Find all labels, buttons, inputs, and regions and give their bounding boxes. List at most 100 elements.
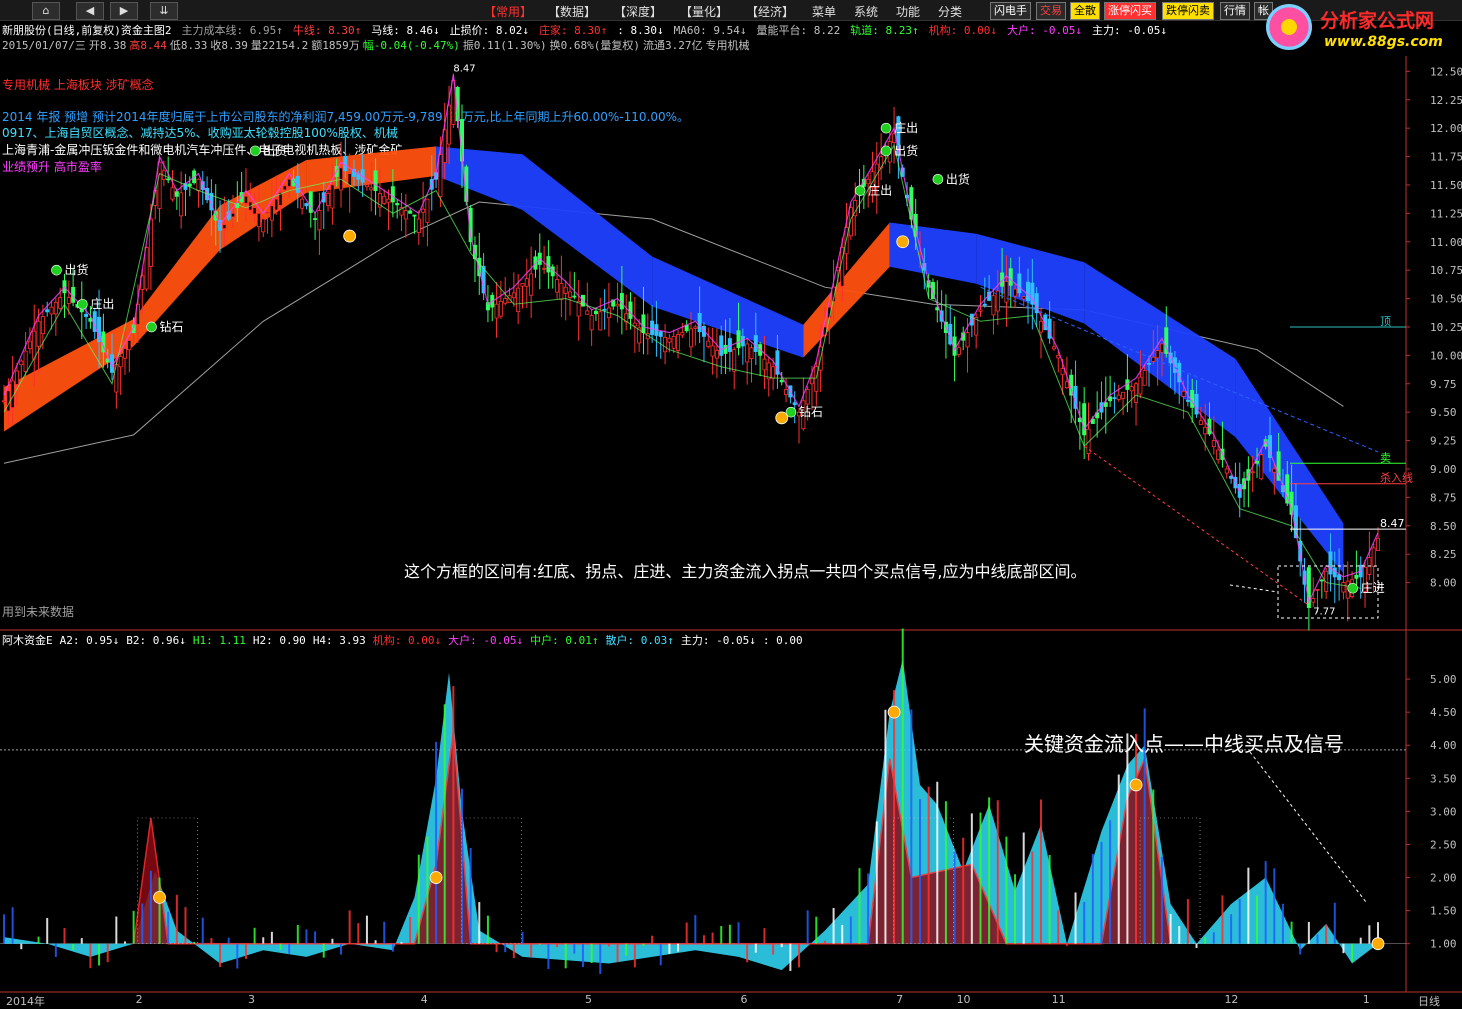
candle-body <box>658 331 663 337</box>
kline-chart[interactable]: 8.00 8.25 8.50 8.75 9.00 9.25 9.50 9.75 10.00 10.… <box>0 0 1462 1008</box>
candle-body <box>1008 268 1013 286</box>
main-y-tick-label: 10.25 <box>1430 321 1462 334</box>
candle-body <box>179 192 184 217</box>
signal-dot-icon <box>51 264 62 276</box>
candle-body <box>1259 454 1264 480</box>
candle-body <box>809 377 814 385</box>
candle-body <box>364 184 369 188</box>
signal-dot-icon <box>854 185 866 196</box>
candle-body <box>676 334 681 351</box>
main-y-tick-label: 8.75 <box>1430 491 1457 504</box>
buy-coin-icon <box>429 871 443 884</box>
candle-body <box>978 309 983 312</box>
candle-body <box>1021 296 1026 300</box>
signal-label: 庄出 <box>868 183 892 198</box>
candle-body <box>1181 390 1186 397</box>
candle-body <box>710 345 715 357</box>
candle-body <box>395 203 400 206</box>
candle-body <box>598 311 603 331</box>
sub-y-tick-label: 2.00 <box>1430 872 1457 885</box>
candle-body <box>1051 346 1056 350</box>
sub-y-tick-label: 5.00 <box>1430 673 1457 686</box>
candle-body <box>572 295 577 298</box>
candle-body <box>1211 440 1216 448</box>
retail-fund-area <box>4 659 1378 971</box>
candle-body <box>693 326 698 329</box>
time-axis-label: 6 <box>740 993 748 1006</box>
main-y-tick-label: 10.50 <box>1430 293 1462 306</box>
candle-body <box>390 186 395 203</box>
key-level-label: 顶 <box>1380 315 1391 328</box>
key-level-label: 8.47 <box>1380 517 1405 530</box>
sub-y-tick-label: 1.50 <box>1430 905 1457 918</box>
candle-body <box>805 389 810 405</box>
candle-body <box>848 207 853 237</box>
candle-body <box>1250 471 1255 474</box>
buy-coin-icon <box>1371 937 1385 951</box>
time-axis-label: 5 <box>584 993 592 1006</box>
main-y-tick-label: 8.00 <box>1430 577 1457 590</box>
buy-coin-icon <box>887 705 901 719</box>
candle-body <box>256 212 261 228</box>
main-y-tick-label: 11.25 <box>1430 207 1462 220</box>
candle-body <box>6 390 11 412</box>
candle-body <box>27 340 32 350</box>
signal-dot-icon <box>146 321 157 333</box>
signal-dot-icon <box>1347 582 1359 594</box>
candle-body <box>148 218 153 267</box>
candle-body <box>1112 397 1117 399</box>
candle-body <box>174 191 179 197</box>
candle-body <box>697 313 702 333</box>
candle-body <box>559 283 564 300</box>
candle-body <box>330 184 335 209</box>
subhdr-field-4: H2: 0.90 <box>252 634 306 647</box>
candle-body <box>714 350 719 359</box>
main-y-tick-label: 9.50 <box>1430 406 1457 419</box>
candle-body <box>602 308 607 311</box>
candle-body <box>520 283 525 287</box>
candle-body <box>589 315 594 331</box>
sub-y-tick-label: 3.50 <box>1430 772 1457 785</box>
buy-coin-icon <box>775 411 789 425</box>
candle-body <box>615 303 620 307</box>
main-y-tick-label: 9.00 <box>1430 463 1457 476</box>
subhdr-field-7: 大户: -0.05↓ <box>448 634 524 647</box>
future-data-note: 用到未来数据 <box>2 605 75 619</box>
candle-body <box>196 178 201 191</box>
candle-body <box>261 218 266 233</box>
sub-y-tick-label: 4.50 <box>1430 706 1457 719</box>
candle-body <box>1311 598 1316 603</box>
candle-body <box>1121 391 1126 399</box>
key-level-label: 杀入线 <box>1380 471 1413 485</box>
period-label[interactable]: 日线 <box>1418 993 1440 1009</box>
candle-body <box>956 347 961 355</box>
signal-dot-icon <box>932 173 944 185</box>
buy-coin-icon <box>1129 778 1143 792</box>
candle-body <box>555 279 560 293</box>
sub-y-tick-label: 4.00 <box>1430 739 1457 752</box>
candle-body <box>66 297 71 304</box>
candle-body <box>421 208 426 213</box>
candle-body <box>1376 537 1381 551</box>
signal-dot-icon <box>249 145 261 157</box>
candle-body <box>40 316 45 335</box>
candle-body <box>1116 394 1121 400</box>
main-y-tick-label: 9.75 <box>1430 378 1457 391</box>
signal-label: 出货 <box>64 262 88 277</box>
candle-body <box>269 205 274 221</box>
candle-body <box>274 198 279 211</box>
candle-body <box>1064 381 1069 389</box>
candle-body <box>187 183 192 187</box>
candle-body <box>23 350 28 372</box>
candle-body <box>304 203 309 207</box>
main-y-tick-label: 11.50 <box>1430 179 1462 192</box>
candle-body <box>58 297 63 309</box>
annotation-arrow <box>1229 584 1279 593</box>
candle-body <box>753 335 758 352</box>
main-y-tick-label: 12.25 <box>1430 94 1462 107</box>
candle-body <box>784 389 789 396</box>
main-y-tick-label: 11.00 <box>1430 236 1462 249</box>
signal-label: 庄出 <box>894 120 918 135</box>
candle-body <box>2 400 7 403</box>
time-axis-label: 11 <box>1051 993 1066 1006</box>
